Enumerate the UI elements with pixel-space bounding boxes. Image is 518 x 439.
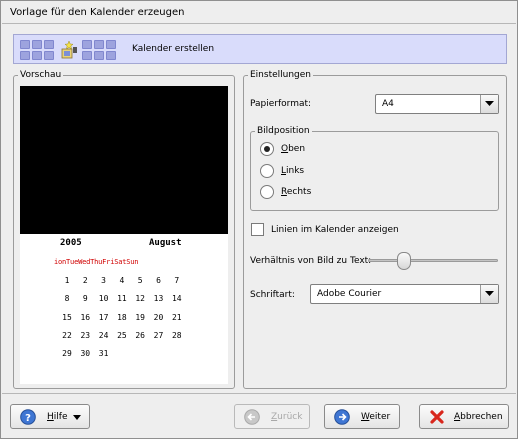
calendar-day: 16 <box>80 312 91 322</box>
preview-legend: Vorschau <box>18 70 64 81</box>
calendar-day: 7 <box>174 276 180 285</box>
banner-title: Kalender erstellen <box>132 44 215 54</box>
calendar-day: 5 <box>137 276 143 285</box>
font-dropdown-button[interactable] <box>480 285 498 303</box>
position-right-label[interactable]: Rechts <box>281 187 311 197</box>
back-arrow-icon <box>244 409 260 425</box>
font-select[interactable]: Adobe Courier <box>310 284 499 304</box>
chevron-down-icon <box>485 101 494 106</box>
position-top-text: ben <box>288 144 306 154</box>
calendar-day: 8 <box>64 294 70 304</box>
paper-format-label: Papierformat: <box>250 99 312 109</box>
calendar-day: 19 <box>135 312 145 322</box>
position-left-label[interactable]: Links <box>281 166 304 176</box>
calendar-day: 17 <box>98 312 109 322</box>
preview-group: Vorschau 2005 August ionTueWedThuFriSatS… <box>13 70 235 389</box>
calendar-preview: 2005 August ionTueWedThuFriSatSun 123456… <box>20 86 228 384</box>
settings-legend: Einstellungen <box>248 70 314 81</box>
svg-text:?: ? <box>25 413 31 424</box>
calendar-day: 23 <box>80 330 91 340</box>
title-separator <box>2 23 516 24</box>
calendar-day: 11 <box>117 294 127 304</box>
calendar-year: 2005 <box>60 238 82 248</box>
calendar-day: 15 <box>62 312 72 322</box>
show-lines-label[interactable]: Linien im Kalender anzeigen <box>271 225 399 235</box>
font-label: Schriftart: <box>250 290 295 300</box>
calendar-day: 26 <box>135 330 145 340</box>
paper-format-dropdown-button[interactable] <box>480 95 498 113</box>
help-icon: ? <box>20 409 36 425</box>
calendar-weekdays: ionTueWedThuFriSatSun <box>54 258 139 266</box>
calendar-day: 10 <box>98 294 109 304</box>
calendar-day: 9 <box>82 294 88 304</box>
calendar-day: 28 <box>171 330 182 340</box>
calendar-day: 27 <box>153 330 164 340</box>
back-label: Zurück <box>271 412 303 422</box>
calendar-month: August <box>149 238 182 248</box>
forward-arrow-icon <box>334 409 350 425</box>
button-bar-separator <box>2 393 516 394</box>
window-title: Vorlage für den Kalender erzeugen <box>10 7 185 18</box>
position-left-radio[interactable] <box>260 164 274 178</box>
cancel-button[interactable]: Abbrechen <box>419 404 509 429</box>
image-position-legend: Bildposition <box>255 126 312 137</box>
calendar-day: 14 <box>171 294 182 304</box>
calendar-day: 21 <box>171 312 182 322</box>
ratio-label: Verhältnis von Bild zu Text: <box>250 256 372 266</box>
calendar-day: 29 <box>62 349 72 359</box>
paper-format-value: A4 <box>382 99 394 109</box>
settings-group: Einstellungen Papierformat: A4 Bildposit… <box>243 70 507 389</box>
position-top-label[interactable]: Oben <box>281 144 305 154</box>
cancel-icon <box>430 410 444 424</box>
back-button[interactable]: Zurück <box>234 404 310 429</box>
cancel-label: Abbrechen <box>454 412 503 422</box>
wizard-banner: Kalender erstellen <box>13 34 507 64</box>
calendar-day: 1 <box>64 276 70 285</box>
preview-image <box>20 86 228 234</box>
calendar-day: 3 <box>101 276 106 285</box>
paper-format-select[interactable]: A4 <box>375 94 499 114</box>
next-button[interactable]: Weiter <box>324 404 400 429</box>
chevron-down-icon <box>73 415 81 420</box>
calendar-day: 20 <box>153 312 164 322</box>
calendar-day: 31 <box>98 349 109 359</box>
show-lines-checkbox[interactable] <box>251 223 264 236</box>
calendar-day: 30 <box>80 349 91 359</box>
chevron-down-icon <box>485 291 494 296</box>
calendar-day: 6 <box>156 276 161 285</box>
calendar-day: 13 <box>153 294 164 304</box>
calendar-day: 18 <box>117 312 127 322</box>
help-label: Hilfe <box>47 412 68 422</box>
wizard-icon <box>61 40 77 59</box>
calendar-day: 22 <box>62 330 72 340</box>
calendar-day: 25 <box>117 330 127 340</box>
calendar-day: 12 <box>135 294 145 304</box>
next-label: Weiter <box>361 412 391 422</box>
font-value: Adobe Courier <box>317 289 382 299</box>
calendar-day: 4 <box>119 276 125 285</box>
banner-decoration-icon <box>20 39 126 61</box>
ratio-slider-track[interactable] <box>368 259 498 262</box>
position-top-radio[interactable] <box>260 142 274 156</box>
wizard-window: Vorlage für den Kalender erzeugen Kalend… <box>0 0 518 439</box>
help-button[interactable]: ? Hilfe <box>10 404 90 429</box>
position-right-radio[interactable] <box>260 185 274 199</box>
calendar-day: 24 <box>98 330 109 340</box>
ratio-slider-handle[interactable] <box>397 252 411 270</box>
image-position-group: Bildposition Oben Links Rechts <box>250 126 499 211</box>
calendar-day: 2 <box>82 276 88 285</box>
